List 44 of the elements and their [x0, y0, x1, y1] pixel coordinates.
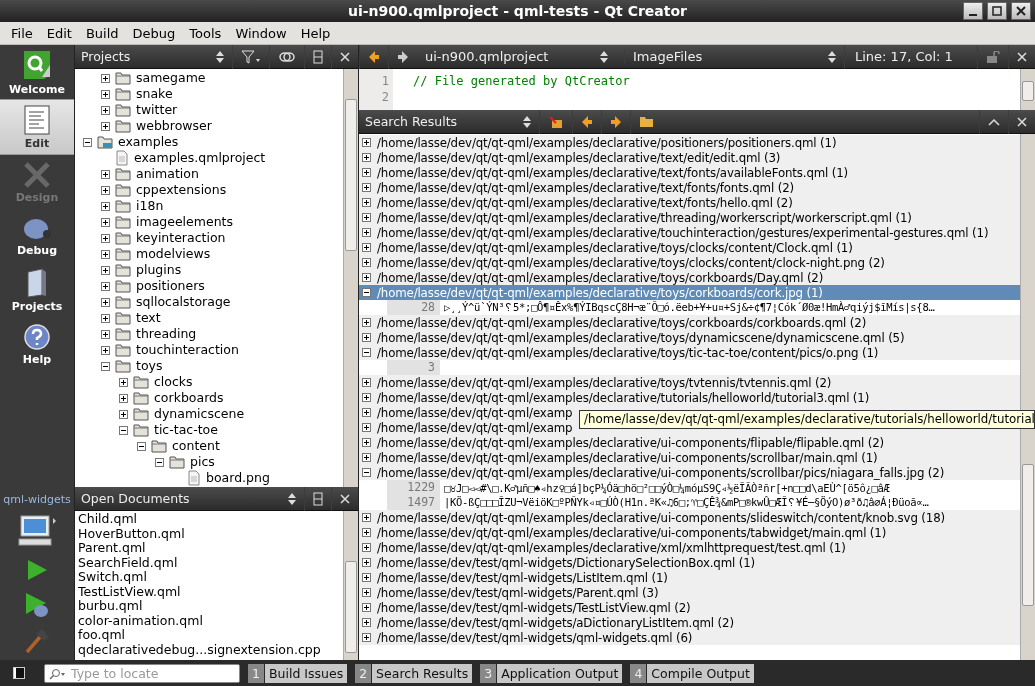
result-path: /home/lasse/dev/qt/qt-qml/examp	[377, 405, 573, 420]
cursor-position: Line: 17, Col: 1	[844, 44, 977, 69]
result-path: /home/lasse/dev/qt/qt-qml/examples/declarative/toys/corkboards/corkboards.qml (2)	[377, 315, 867, 330]
result-path: /home/lasse/dev/qt/qt-qml/examples/declarative/tutorials/helloworld/tutorial3.qml (1)	[377, 390, 870, 405]
result-path: /home/lasse/dev/qt/qt-qml/examples/declarative/positioners/positioners.qml (1)	[377, 135, 837, 150]
result-path: /home/lasse/dev/qt/qt-qml/examples/declarative/ui-components/flipable/flipable.qml (2)	[377, 435, 884, 450]
result-path: /home/lasse/dev/qt/qt-qml/examp	[377, 420, 573, 435]
result-path: /home/lasse/dev/test/qml-widgets/TestListView.qml (2)	[377, 600, 691, 615]
result-path: /home/lasse/dev/qt/qt-qml/examples/declarative/text/fonts/availableFonts.qml (1)	[377, 165, 849, 180]
result-path: /home/lasse/dev/qt/qt-qml/examples/declarative/xml/xmlhttprequest/test.qml (1)	[377, 540, 846, 555]
result-path: /home/lasse/dev/qt/qt-qml/examples/declarative/toys/corkboards/cork.jpg (1)	[377, 285, 823, 300]
result-path: /home/lasse/dev/qt/qt-qml/examples/declarative/ui-components/scrollbar/main.qml (1)	[377, 450, 878, 465]
result-path: /home/lasse/dev/qt/qt-qml/examples/declarative/text/edit/edit.qml (3)	[377, 150, 781, 165]
result-path: /home/lasse/dev/qt/qt-qml/examples/declarative/toys/corkboards/Day.qml (2)	[377, 270, 824, 285]
run-target-label: qml-widgets	[3, 493, 71, 506]
result-path: /home/lasse/dev/test/qml-widgets/DictionarySelectionBox.qml (1)	[377, 555, 755, 570]
result-path: /home/lasse/dev/qt/qt-qml/examples/declarative/toys/clocks/content/clock-night.png (2)	[377, 255, 885, 270]
result-path: /home/lasse/dev/test/qml-widgets/qml-widgets.qml (6)	[377, 630, 693, 645]
result-path: /home/lasse/dev/qt/qt-qml/examples/declarative/toys/tic-tac-toe/content/pics/o.png (1)	[377, 345, 879, 360]
window-title: ui-n900.qmlproject - qml-tests - Qt Creator	[348, 3, 687, 19]
result-path: /home/lasse/dev/test/qml-widgets/ListItem.qml (1)	[377, 570, 668, 585]
result-path: /home/lasse/dev/qt/qt-qml/examples/declarative/threading/workerscript/workerscript.qml (1)	[377, 210, 912, 225]
code-line: // File generated by QtCreator	[413, 74, 630, 88]
panel-title: Open Documents	[80, 491, 191, 506]
result-path: /home/lasse/dev/test/qml-widgets/Parent.qml (3)	[377, 585, 659, 600]
line-number: 1497	[387, 495, 440, 510]
result-path: /home/lasse/dev/qt/qt-qml/examples/declarative/text/fonts/fonts.qml (2)	[377, 180, 794, 195]
result-path: /home/lasse/dev/qt/qt-qml/examples/declarative/ui-components/tabwidget/main.qml (1)	[377, 525, 887, 540]
result-path: /home/lasse/dev/qt/qt-qml/examples/declarative/toys/clocks/content/Clock.qml (1)	[377, 240, 853, 255]
tooltip: /home/lasse/dev/qt/qt-qml/examples/declarative/tutorials/helloworld/tutorial	[579, 410, 1035, 429]
match-text: □♉J□◅◅#\□.K♂µñ□♠◃hz♀□á]bçP¼Óä□hö□²□□ýÒ□¼móµS9Ç◃½ëĨÃÒªñr[+n□□d\aEÙ^[ö5ô¿□âÆ	[443, 481, 890, 494]
line-number: 2	[381, 89, 389, 105]
line-number: 1229	[387, 480, 440, 495]
match-text: ▷¸¸Ý^ü`ÝN³␦5*;□Ô¶¤Êx%¶ÝIBqscÇ8H¬æ¨Õ□ó.ëeb+¥+u¤+Sj&÷¢¶7¦Cók´Ø0æ!HmÀ♂qiýj$ĩMís|s{8…	[443, 301, 935, 314]
line-number: 1	[381, 73, 389, 89]
result-path: /home/lasse/dev/qt/qt-qml/examples/declarative/toys/dynamicscene/dynamicscene.qml (5)	[377, 330, 905, 345]
result-path: /home/lasse/dev/qt/qt-qml/examples/declarative/toys/tvtennis/tvtennis.qml (2)	[377, 375, 832, 390]
line-number: 28	[387, 300, 440, 315]
match-text: |KÖ-ßÇ□□□ĨZU¬VëiöK□ºPÑYk◃¤□ÚÒ(H1n.ªK«♫6□;♈□ÇÊ¾&mP□®kwÛ□ÆĨ␦¥É─§ÖýO)ø³ð♫â⌀Á¦Ðüoã∝…	[443, 496, 929, 509]
panel-title: Projects	[80, 49, 132, 64]
result-path: /home/lasse/dev/qt/qt-qml/examples/declarative/text/fonts/hello.qml (2)	[377, 195, 793, 210]
result-path: /home/lasse/dev/test/qml-widgets/aDictionaryListItem.qml (2)	[377, 615, 734, 630]
panel-title: Search Results	[364, 114, 459, 129]
line-number: 3	[387, 360, 440, 375]
